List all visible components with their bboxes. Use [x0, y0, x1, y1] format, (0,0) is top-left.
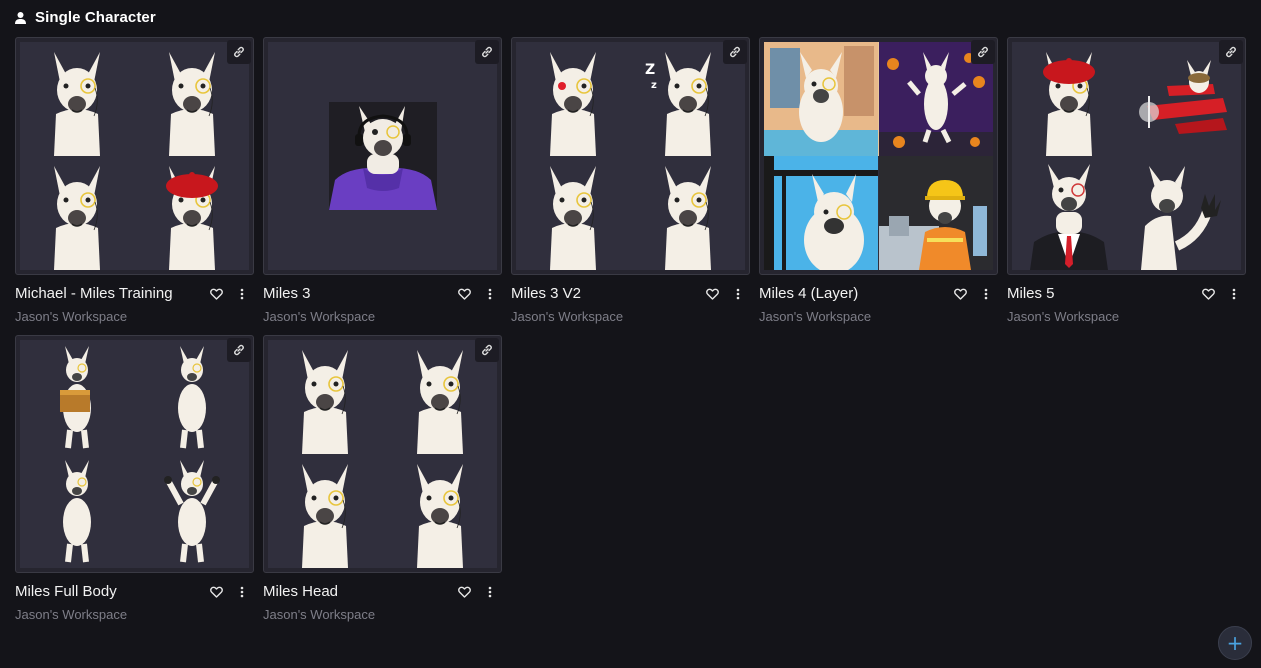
heart-icon[interactable]	[208, 584, 224, 600]
llama-head-image	[268, 454, 383, 568]
card-title[interactable]: Miles 4 (Layer)	[759, 285, 952, 302]
llama-image	[516, 42, 631, 156]
llama-suit-image	[1012, 156, 1127, 270]
project-card[interactable]: Miles 4 (Layer) Jason's Workspace	[759, 37, 998, 324]
card-workspace: Jason's Workspace	[263, 309, 376, 324]
card-thumbnail[interactable]: Zz	[511, 37, 750, 275]
more-options-icon[interactable]	[730, 286, 746, 302]
card-workspace: Jason's Workspace	[759, 309, 872, 324]
llama-construction-image	[878, 156, 994, 270]
heart-icon[interactable]	[952, 286, 968, 302]
heart-icon[interactable]	[208, 286, 224, 302]
section-header: Single Character	[14, 8, 156, 26]
link-icon[interactable]	[227, 338, 251, 362]
project-card[interactable]: Miles Head Jason's Workspace	[263, 335, 502, 622]
section-title: Single Character	[35, 8, 156, 26]
card-title[interactable]: Miles Full Body	[15, 583, 208, 600]
card-workspace: Jason's Workspace	[511, 309, 624, 324]
more-options-icon[interactable]	[482, 584, 498, 600]
llama-image	[20, 42, 135, 156]
link-icon[interactable]	[1219, 40, 1243, 64]
more-options-icon[interactable]	[482, 286, 498, 302]
link-icon[interactable]	[475, 40, 499, 64]
card-workspace: Jason's Workspace	[1007, 309, 1120, 324]
llama-fullbody-image	[20, 454, 135, 568]
card-title[interactable]: Michael - Miles Training	[15, 285, 208, 302]
card-thumbnail[interactable]	[15, 37, 254, 275]
llama-city-image	[764, 42, 879, 156]
project-card[interactable]: Zz Miles 3 V2 Jason's Workspace	[511, 37, 750, 324]
llama-window-image	[764, 156, 879, 270]
project-card[interactable]: Michael - Miles Training Jason's Workspa…	[15, 37, 254, 324]
svg-text:z: z	[651, 80, 657, 91]
llama-waving-image	[1127, 156, 1242, 270]
heart-icon[interactable]	[704, 286, 720, 302]
card-thumbnail[interactable]	[15, 335, 254, 573]
llama-image	[1012, 42, 1127, 156]
heart-icon[interactable]	[456, 584, 472, 600]
hoodie-llama-image	[328, 102, 437, 210]
more-options-icon[interactable]	[234, 286, 250, 302]
more-options-icon[interactable]	[1226, 286, 1242, 302]
add-button[interactable]: +	[1218, 626, 1252, 660]
project-grid: Michael - Miles Training Jason's Workspa…	[15, 37, 1246, 622]
card-workspace: Jason's Workspace	[15, 309, 128, 324]
llama-fullbody-image	[20, 340, 135, 454]
project-card[interactable]: Miles 3 Jason's Workspace	[263, 37, 502, 324]
more-options-icon[interactable]	[234, 584, 250, 600]
card-thumbnail[interactable]	[263, 335, 502, 573]
svg-text:Z: Z	[645, 62, 655, 78]
link-icon[interactable]	[971, 40, 995, 64]
llama-fullbody-image	[135, 454, 250, 568]
card-title[interactable]: Miles Head	[263, 583, 456, 600]
card-workspace: Jason's Workspace	[263, 607, 376, 622]
heart-icon[interactable]	[456, 286, 472, 302]
card-title[interactable]: Miles 5	[1007, 285, 1200, 302]
link-icon[interactable]	[475, 338, 499, 362]
card-workspace: Jason's Workspace	[15, 607, 128, 622]
llama-image	[20, 156, 135, 270]
card-thumbnail[interactable]	[759, 37, 998, 275]
llama-head-image	[383, 454, 498, 568]
card-title[interactable]: Miles 3	[263, 285, 456, 302]
card-title[interactable]: Miles 3 V2	[511, 285, 704, 302]
project-card[interactable]: Miles Full Body Jason's Workspace	[15, 335, 254, 622]
card-thumbnail[interactable]	[263, 37, 502, 275]
llama-image	[631, 156, 746, 270]
card-thumbnail[interactable]	[1007, 37, 1246, 275]
llama-head-image	[268, 340, 383, 454]
link-icon[interactable]	[723, 40, 747, 64]
plus-icon: +	[1226, 631, 1244, 655]
project-card[interactable]: Miles 5 Jason's Workspace	[1007, 37, 1246, 324]
user-icon	[14, 11, 27, 24]
llama-image	[135, 156, 250, 270]
llama-image	[516, 156, 631, 270]
more-options-icon[interactable]	[978, 286, 994, 302]
link-icon[interactable]	[227, 40, 251, 64]
heart-icon[interactable]	[1200, 286, 1216, 302]
